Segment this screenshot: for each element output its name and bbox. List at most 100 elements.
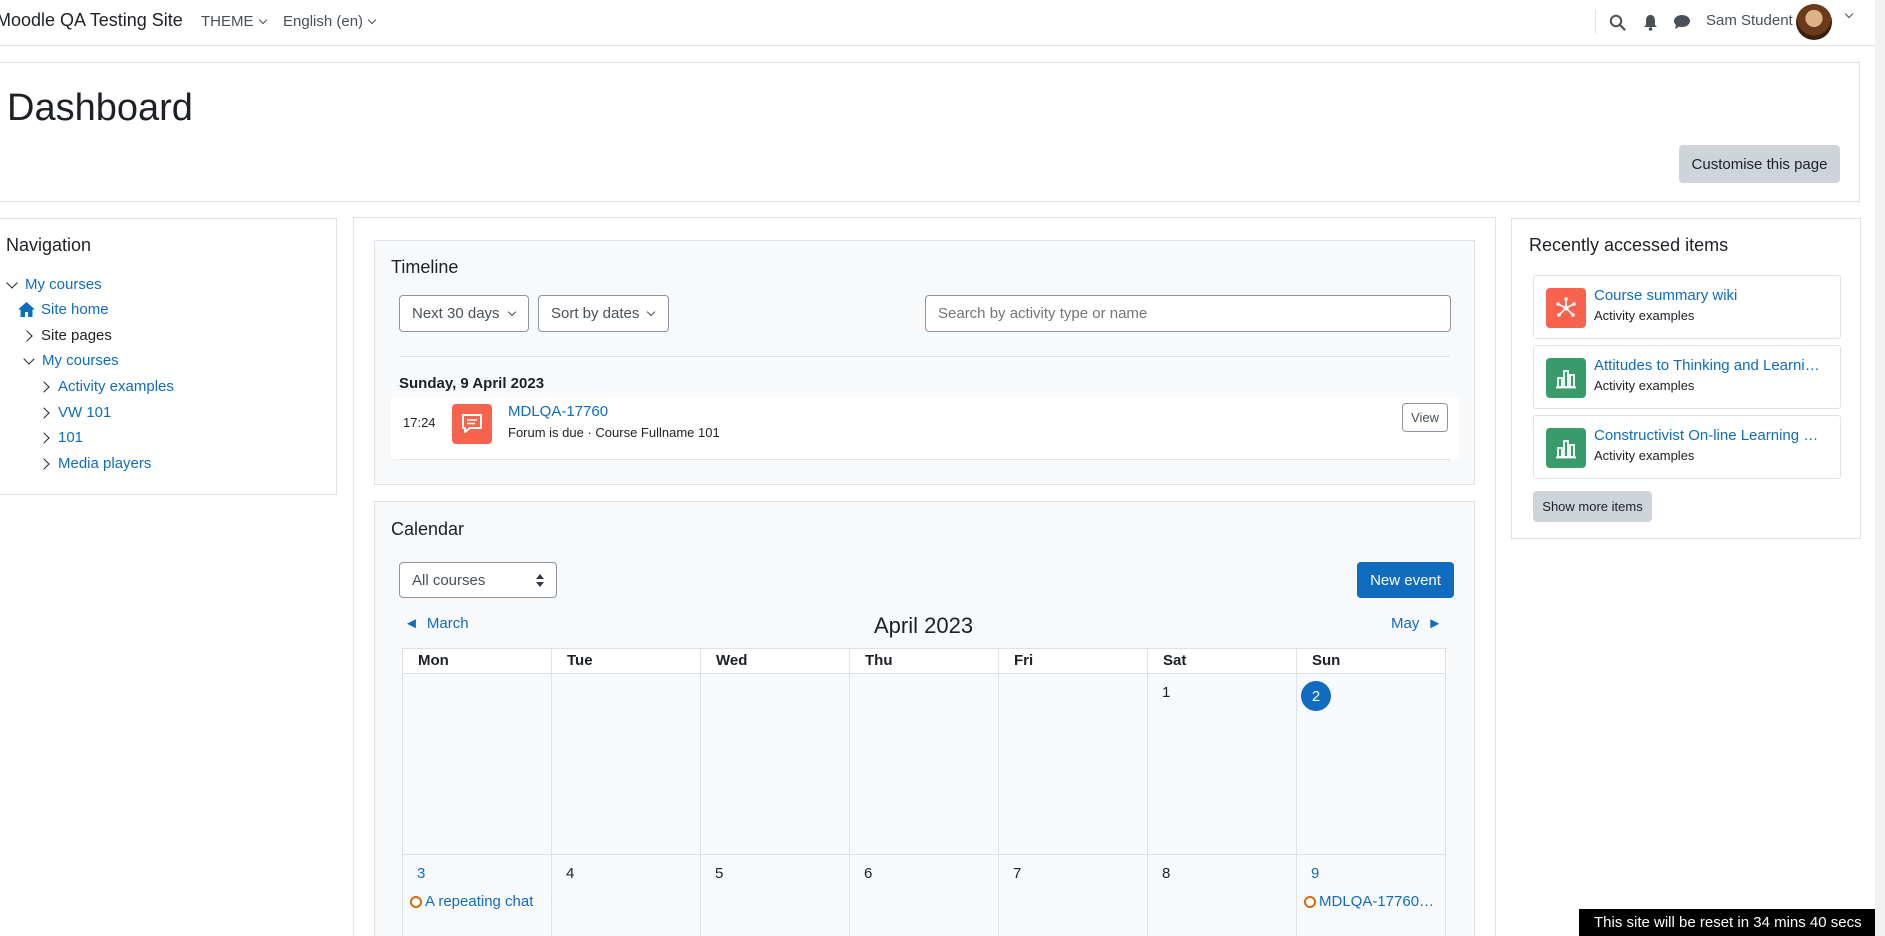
- chat-event-icon: [410, 895, 422, 908]
- nav-item-my-courses-root[interactable]: My courses: [5, 276, 102, 293]
- event-title-link[interactable]: MDLQA-17760: [508, 403, 608, 420]
- day-number: 6: [864, 865, 873, 882]
- chevron-right-icon[interactable]: [21, 329, 33, 342]
- day-header: Sun: [1297, 649, 1446, 674]
- calendar-month-title: April 2023: [874, 613, 974, 638]
- customise-page-button[interactable]: Customise this page: [1679, 145, 1840, 183]
- day-number: 4: [566, 865, 575, 882]
- event-subtitle: Forum is due · Course Fullname 101: [508, 425, 720, 440]
- recent-item-course: Activity examples: [1594, 308, 1695, 323]
- recent-item-title[interactable]: Course summary wiki: [1594, 287, 1826, 304]
- forum-event-icon: [1304, 895, 1316, 908]
- timeline-search-input[interactable]: [925, 295, 1451, 332]
- prev-month-label: March: [426, 615, 469, 632]
- calendar-event[interactable]: MDLQA-17760…: [1304, 893, 1434, 910]
- language-menu-label: English (en): [283, 13, 364, 30]
- forum-icon: [452, 404, 492, 444]
- calendar-day[interactable]: 6: [850, 855, 999, 936]
- theme-menu[interactable]: THEME: [201, 13, 267, 30]
- top-navbar: Moodle QA Testing Site THEME English (en…: [0, 0, 1875, 46]
- nav-item-label[interactable]: Site pages: [41, 327, 112, 344]
- day-number: 1: [1162, 684, 1171, 701]
- nav-item-site-pages[interactable]: Site pages: [21, 327, 112, 344]
- calendar-event[interactable]: A repeating chat: [410, 893, 533, 910]
- calendar-day[interactable]: 7: [999, 855, 1148, 936]
- show-more-items-button[interactable]: Show more items: [1533, 491, 1652, 522]
- arrow-right-icon: ►: [1427, 615, 1443, 632]
- next-month-label: May: [1391, 615, 1420, 632]
- timeline-date-heading: Sunday, 9 April 2023: [399, 375, 545, 392]
- calendar-day-empty: [701, 674, 850, 855]
- calendar-day[interactable]: 1: [1148, 674, 1297, 855]
- calendar-day[interactable]: 5: [701, 855, 850, 936]
- calendar-title: Calendar: [391, 519, 465, 539]
- day-header: Fri: [999, 649, 1148, 674]
- chevron-right-icon[interactable]: [38, 406, 50, 419]
- nav-item-label[interactable]: Media players: [58, 455, 151, 472]
- language-menu[interactable]: English (en): [283, 13, 377, 30]
- nav-item-my-courses[interactable]: My courses: [22, 352, 119, 369]
- recent-item[interactable]: Attitudes to Thinking and Learning Surve…: [1533, 345, 1841, 409]
- user-name[interactable]: Sam Student: [1706, 12, 1793, 29]
- chevron-right-icon[interactable]: [38, 457, 50, 470]
- chevron-right-icon[interactable]: [38, 431, 50, 444]
- chevron-right-icon[interactable]: [38, 380, 50, 393]
- today-day-number[interactable]: 2: [1301, 681, 1331, 711]
- nav-item-label[interactable]: 101: [58, 429, 83, 446]
- avatar[interactable]: [1796, 4, 1832, 40]
- nav-item-101[interactable]: 101: [38, 429, 83, 446]
- nav-item-activity-examples[interactable]: Activity examples: [38, 378, 174, 395]
- calendar-day[interactable]: 4: [552, 855, 701, 936]
- day-header: Wed: [701, 649, 850, 674]
- calendar-day[interactable]: 9 MDLQA-17760…: [1297, 855, 1446, 936]
- recent-item-title[interactable]: Attitudes to Thinking and Learning Surve…: [1594, 357, 1826, 374]
- wiki-icon: [1546, 288, 1586, 328]
- messages-icon[interactable]: [1671, 11, 1693, 33]
- search-icon[interactable]: [1606, 11, 1628, 33]
- course-filter-label: All courses: [412, 571, 486, 589]
- calendar-day-today[interactable]: 2: [1297, 674, 1446, 855]
- nav-item-label[interactable]: My courses: [25, 276, 102, 293]
- calendar-day[interactable]: 3 A repeating chat: [403, 855, 552, 936]
- theme-menu-label: THEME: [201, 13, 254, 30]
- day-header: Thu: [850, 649, 999, 674]
- recent-item-title[interactable]: Constructivist On-line Learning Environm…: [1594, 427, 1826, 444]
- day-number: 7: [1013, 865, 1022, 882]
- day-number-link[interactable]: 3: [417, 865, 425, 882]
- user-menu-chevron-down-icon[interactable]: [1844, 9, 1854, 19]
- nav-item-label[interactable]: Site home: [41, 301, 109, 318]
- prev-month-link[interactable]: ◄ March: [404, 615, 469, 632]
- chevron-down-icon[interactable]: [23, 352, 35, 365]
- calendar-event-label[interactable]: MDLQA-17760…: [1319, 893, 1434, 910]
- chevron-down-icon: [258, 15, 267, 24]
- calendar-event-label[interactable]: A repeating chat: [425, 893, 533, 910]
- timeline-sort-dropdown[interactable]: Sort by dates: [538, 295, 669, 332]
- next-month-link[interactable]: May ►: [1391, 615, 1442, 632]
- calendar-day-empty: [999, 674, 1148, 855]
- page-scrollbar[interactable]: [1875, 0, 1885, 936]
- calendar-day-empty: [403, 674, 552, 855]
- day-header: Sat: [1148, 649, 1297, 674]
- calendar-day[interactable]: 8: [1148, 855, 1297, 936]
- timeline-bottom-divider: [399, 459, 1450, 460]
- course-filter-select[interactable]: All courses: [399, 562, 557, 598]
- timeline-divider: [399, 356, 1450, 357]
- calendar-day-empty: [850, 674, 999, 855]
- calendar-grid: Mon Tue Wed Thu Fri Sat Sun 1 2 3 A repe…: [402, 648, 1447, 936]
- new-event-button[interactable]: New event: [1357, 562, 1454, 598]
- nav-item-site-home[interactable]: Site home: [17, 301, 109, 318]
- timeline-filter-dropdown[interactable]: Next 30 days: [399, 295, 529, 332]
- nav-item-label[interactable]: VW 101: [58, 404, 111, 421]
- event-view-button[interactable]: View: [1402, 403, 1448, 432]
- day-number-link[interactable]: 9: [1311, 865, 1319, 882]
- nav-item-media-players[interactable]: Media players: [38, 455, 151, 472]
- nav-item-label[interactable]: My courses: [42, 352, 119, 369]
- day-number: 5: [715, 865, 724, 882]
- bell-icon[interactable]: [1639, 11, 1661, 33]
- chevron-down-icon[interactable]: [6, 276, 18, 289]
- nav-item-vw-101[interactable]: VW 101: [38, 404, 111, 421]
- recent-item[interactable]: Course summary wiki Activity examples: [1533, 275, 1841, 339]
- recent-item[interactable]: Constructivist On-line Learning Environm…: [1533, 415, 1841, 479]
- site-brand[interactable]: Moodle QA Testing Site: [0, 10, 183, 31]
- nav-item-label[interactable]: Activity examples: [58, 378, 174, 395]
